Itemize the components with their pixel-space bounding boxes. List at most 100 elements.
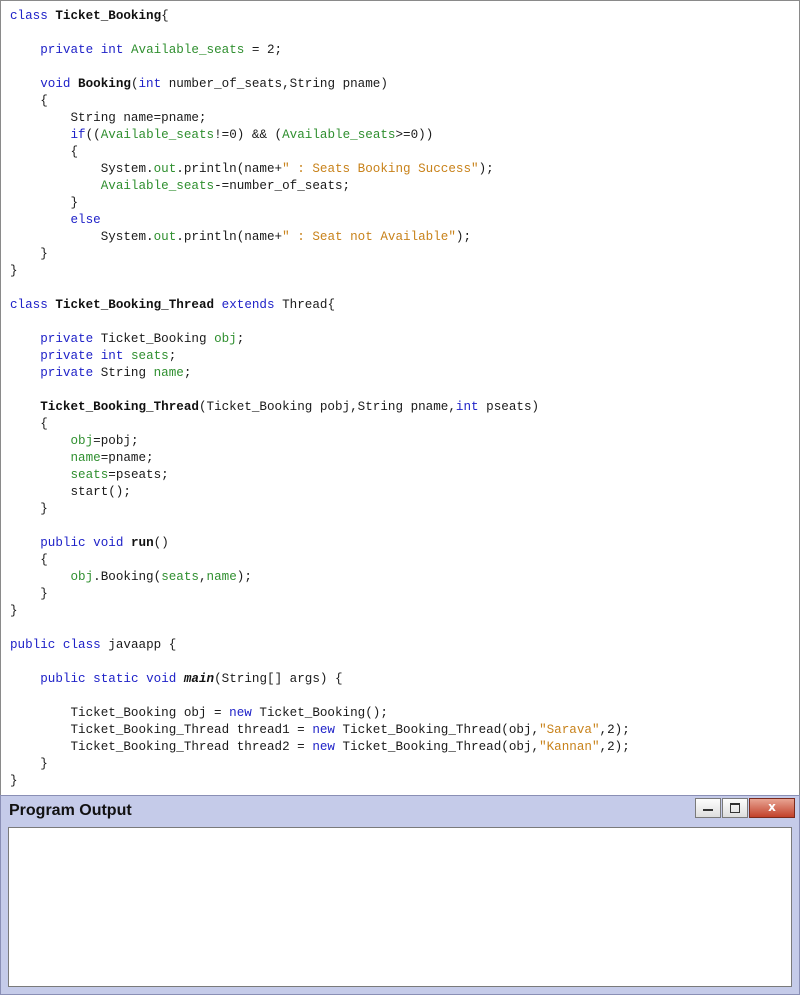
- close-icon: x: [768, 800, 776, 814]
- code-line: Available_seats-=number_of_seats;: [10, 178, 630, 195]
- code-token: {: [10, 553, 48, 567]
- code-line: class Ticket_Booking_Thread extends Thre…: [10, 297, 630, 314]
- code-token: ,: [198, 570, 207, 584]
- code-token: .println(name+: [176, 230, 283, 244]
- code-line: {: [10, 144, 630, 161]
- code-line: else: [10, 212, 630, 229]
- code-line: obj.Booking(seats,name);: [10, 569, 630, 586]
- code-token: );: [455, 230, 472, 244]
- code-line: start();: [10, 484, 630, 501]
- code-line: public class javaapp {: [10, 637, 630, 654]
- code-token: ,2);: [599, 723, 630, 737]
- code-token: Ticket_Booking_Thread thread1 =: [10, 723, 313, 737]
- code-line: name=pname;: [10, 450, 630, 467]
- code-token: }: [10, 587, 48, 601]
- code-token: " : Seats Booking Success": [282, 162, 479, 176]
- code-token: =pseats;: [108, 468, 169, 482]
- code-token: Thread{: [274, 298, 336, 312]
- maximize-button[interactable]: [722, 798, 748, 818]
- code-token: private: [40, 43, 94, 57]
- program-output-window: Program Output x: [0, 795, 800, 995]
- code-token: "Kannan": [539, 740, 600, 754]
- code-token: =pname;: [100, 451, 154, 465]
- code-token: .Booking(: [93, 570, 162, 584]
- code-token: Available_seats: [100, 179, 215, 193]
- code-line: }: [10, 263, 630, 280]
- code-token: javaapp {: [100, 638, 177, 652]
- maximize-icon: [730, 803, 740, 813]
- code-token: Ticket_Booking_Thread: [55, 298, 215, 312]
- code-line: if((Available_seats!=0) && (Available_se…: [10, 127, 630, 144]
- code-token: Ticket_Booking_Thread: [40, 400, 199, 414]
- code-token: seats: [130, 349, 169, 363]
- code-token: (String[] args) {: [214, 672, 343, 686]
- code-line: }: [10, 586, 630, 603]
- code-token: }: [10, 604, 18, 618]
- code-token: );: [478, 162, 494, 176]
- code-token: {: [10, 417, 48, 431]
- code-token: int: [138, 77, 162, 91]
- code-token: ((: [85, 128, 101, 142]
- code-token: String: [93, 366, 154, 380]
- code-token: name: [153, 366, 184, 380]
- program-output-title: Program Output: [9, 802, 132, 819]
- code-line: }: [10, 773, 630, 790]
- code-token: else: [70, 213, 101, 227]
- code-token: void: [93, 536, 124, 550]
- code-token: Ticket_Booking_Thread thread2 =: [10, 740, 313, 754]
- code-token: Booking: [78, 77, 131, 91]
- code-token: ;: [183, 366, 192, 380]
- code-token: private: [40, 366, 94, 380]
- code-token: seats: [70, 468, 109, 482]
- code-token: }: [10, 757, 48, 771]
- code-line: class Ticket_Booking{: [10, 8, 630, 25]
- code-line: private Ticket_Booking obj;: [10, 331, 630, 348]
- code-token: class: [62, 638, 101, 652]
- code-line: }: [10, 246, 630, 263]
- code-line: {: [10, 552, 630, 569]
- code-token: (): [153, 536, 169, 550]
- code-line: private int seats;: [10, 348, 630, 365]
- code-token: Ticket_Booking();: [251, 706, 388, 720]
- code-token: {: [161, 9, 169, 23]
- minimize-button[interactable]: [695, 798, 721, 818]
- code-line: System.out.println(name+" : Seats Bookin…: [10, 161, 630, 178]
- close-button[interactable]: x: [749, 798, 795, 818]
- code-token: (Ticket_Booking pobj,String pname,: [198, 400, 456, 414]
- code-token: obj: [70, 434, 94, 448]
- code-line: {: [10, 93, 630, 110]
- code-line: {: [10, 416, 630, 433]
- code-token: Available_seats: [130, 43, 245, 57]
- code-token: int: [455, 400, 479, 414]
- code-editor[interactable]: class Ticket_Booking{ private int Availa…: [0, 0, 800, 795]
- code-token: Ticket_Booking obj =: [10, 706, 230, 720]
- code-token: private: [40, 349, 94, 363]
- code-line: void Booking(int number_of_seats,String …: [10, 76, 630, 93]
- code-token: (: [130, 77, 139, 91]
- code-token: -=number_of_seats;: [214, 179, 351, 193]
- program-output-area[interactable]: [8, 827, 792, 987]
- code-token: number_of_seats,String pname): [161, 77, 388, 91]
- code-line: System.out.println(name+" : Seat not Ava…: [10, 229, 630, 246]
- code-token: ;: [236, 332, 245, 346]
- code-token: System.: [10, 230, 154, 244]
- code-token: class: [10, 9, 48, 23]
- code-token: ;: [168, 349, 177, 363]
- code-line: }: [10, 756, 630, 773]
- code-token: start();: [10, 485, 131, 499]
